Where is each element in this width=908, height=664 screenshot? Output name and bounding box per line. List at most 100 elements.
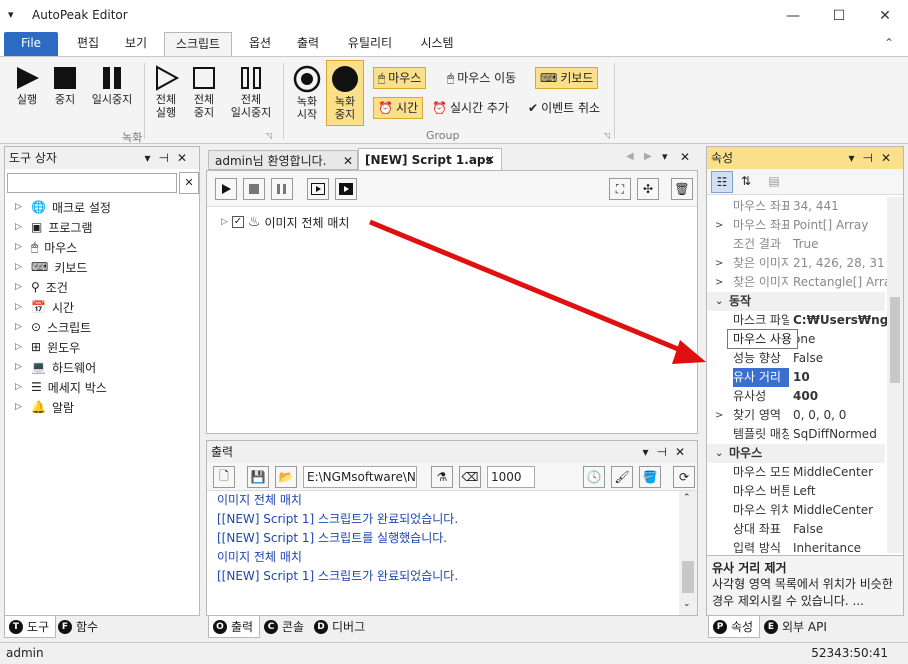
property-row[interactable]: 마우스 위치 MiddleCenter — [707, 501, 885, 520]
brush-button[interactable]: 🖌 — [611, 466, 633, 488]
expander-icon[interactable]: ▷ — [15, 222, 25, 232]
panel-controls[interactable]: ▾⊣✕ — [642, 441, 693, 463]
property-value[interactable]: 0, 0, 0, 0 — [793, 406, 846, 425]
chevron-up-icon[interactable]: ⌃ — [884, 36, 894, 50]
property-value[interactable]: MiddleCenter — [793, 501, 873, 520]
timestamp-button[interactable]: 🕓 — [583, 466, 605, 488]
tab-output[interactable]: 출력 — [288, 32, 328, 56]
toolbox-item[interactable]: ▷ ⌨ 키보드 — [15, 257, 87, 277]
property-category[interactable]: ⌄ 동작 — [707, 292, 885, 311]
panel-controls[interactable]: ▾⊣✕ — [848, 147, 899, 169]
property-value[interactable]: Rectangle[] Array — [793, 273, 898, 292]
tab-utility[interactable]: 유틸리티 — [338, 32, 402, 56]
pause-button[interactable] — [271, 178, 293, 200]
toolbox-item[interactable]: ▷ 🔔 알람 — [15, 397, 74, 417]
tab-script[interactable]: 스크립트 — [164, 32, 232, 57]
record-stop-button[interactable]: 녹화 중지 — [326, 60, 364, 126]
expander-icon[interactable]: ▷ — [15, 242, 25, 252]
stop-button[interactable]: 중지 — [46, 65, 84, 106]
tab-view[interactable]: 보기 — [116, 32, 156, 56]
toolbox-item[interactable]: ▷ ▣ 프로그램 — [15, 217, 93, 237]
collapse-all-button[interactable]: ✣ — [637, 178, 659, 200]
property-row[interactable]: 템플릿 매칭 SqDiffNormed — [707, 425, 885, 444]
property-row[interactable]: 성능 향상 False — [707, 349, 885, 368]
close-tab-icon[interactable]: ✕ — [343, 151, 353, 171]
close-tab-icon[interactable]: ✕ — [485, 149, 495, 171]
tab-welcome[interactable]: admin님 환영합니다. ✕ — [208, 150, 358, 170]
stop-all-button[interactable]: 전체 중지 — [186, 65, 222, 119]
tab-output-log[interactable]: O 출력 — [208, 616, 261, 638]
mouse-move-toggle[interactable]: 🖱 마우스 이동 — [443, 67, 520, 89]
run-button[interactable]: 실행 — [6, 65, 48, 106]
tab-debug[interactable]: D 디버그 — [310, 616, 371, 638]
tab-edit[interactable]: 편집 — [68, 32, 108, 56]
expander-icon[interactable]: ▷ — [15, 382, 25, 392]
tab-scroll-left-icon[interactable]: ◀ — [626, 151, 634, 162]
property-row[interactable]: 유사성 400 — [707, 387, 885, 406]
categorized-button[interactable]: ☷ — [711, 171, 733, 193]
expander-icon[interactable]: > — [715, 254, 723, 273]
script-node[interactable]: ▷ ✓ ♨ 이미지 전체 매치 — [221, 213, 349, 231]
delete-button[interactable]: 🗑 — [671, 178, 693, 200]
panel-controls[interactable]: ▾⊣✕ — [144, 147, 195, 169]
tab-scroll-right-icon[interactable]: ▶ — [644, 151, 652, 162]
log-path-field[interactable]: E:\NGMsoftware\NG — [303, 466, 417, 488]
property-row[interactable]: > 마우스 좌표 Point[] Array — [707, 216, 885, 235]
tab-functions[interactable]: F 함수 — [54, 616, 104, 638]
toolbox-item[interactable]: ▷ ⊙ 스크립트 — [15, 317, 91, 337]
property-value[interactable]: Inheritance — [793, 539, 861, 553]
event-cancel-toggle[interactable]: ✔ 이벤트 취소 — [524, 97, 604, 119]
property-row[interactable]: > 찾은 이미지 21, 426, 28, 31 — [707, 254, 885, 273]
property-value[interactable]: False — [793, 520, 823, 539]
system-menu-icon[interactable]: ▾ — [8, 8, 14, 21]
property-row[interactable]: > 찾기 영역 0, 0, 0, 0 — [707, 406, 885, 425]
pause-button[interactable]: 일시중지 — [84, 65, 140, 106]
property-value[interactable]: 21, 426, 28, 31 — [793, 254, 885, 273]
property-row[interactable]: 마스크 파일 C:₩Users₩ngma — [707, 311, 903, 330]
scroll-thumb[interactable] — [682, 561, 694, 593]
property-row[interactable]: 조건 결과 True — [707, 235, 885, 254]
node-checkbox[interactable]: ✓ — [231, 216, 244, 228]
expander-icon[interactable]: ▷ — [15, 302, 25, 312]
tab-script-1[interactable]: [NEW] Script 1.aps ✕ — [358, 148, 502, 170]
expander-icon[interactable]: ▷ — [15, 362, 25, 372]
toolbox-item[interactable]: ▷ ⚲ 조건 — [15, 277, 68, 297]
expander-icon[interactable]: > — [715, 273, 723, 292]
property-row[interactable]: 상대 좌표 False — [707, 520, 885, 539]
property-row[interactable]: 유사 거리 10 — [707, 368, 885, 387]
tab-options[interactable]: 옵션 — [240, 32, 280, 56]
toolbox-item[interactable]: ▷ 📅 시간 — [15, 297, 74, 317]
save-button[interactable]: 💾 — [247, 466, 269, 488]
time-toggle[interactable]: ⏰ 시간 — [373, 97, 424, 119]
property-value[interactable]: Left — [793, 482, 816, 501]
property-row[interactable]: 마우스 버튼 Left — [707, 482, 885, 501]
expander-icon[interactable]: ▷ — [15, 262, 25, 272]
property-value[interactable]: SqDiffNormed — [793, 425, 877, 444]
expander-icon[interactable]: ▷ — [15, 202, 25, 212]
toolbox-item[interactable]: ▷ 💻 하드웨어 — [15, 357, 96, 377]
dialog-launcher-icon[interactable]: ◹ — [266, 131, 272, 140]
tab-console[interactable]: C 콘솔 — [260, 616, 310, 638]
output-scrollbar[interactable]: ⌃ ⌄ — [679, 491, 697, 615]
fill-button[interactable]: 🪣 — [639, 466, 661, 488]
expander-icon[interactable]: ⌄ — [715, 444, 723, 463]
run-from-here-button[interactable] — [335, 178, 357, 200]
alphabetical-button[interactable]: ⇅ — [735, 171, 757, 193]
property-row[interactable]: 마우스 모드 MiddleCenter — [707, 463, 885, 482]
node-expander-icon[interactable]: ▷ — [221, 217, 228, 227]
property-value[interactable]: 10 — [793, 368, 810, 387]
keyboard-toggle[interactable]: ⌨ 키보드 — [535, 67, 599, 89]
minimize-button[interactable]: — — [770, 0, 816, 32]
expander-icon[interactable]: > — [715, 216, 723, 235]
property-value[interactable]: MiddleCenter — [793, 463, 873, 482]
expand-all-button[interactable]: ⛶ — [609, 178, 631, 200]
mouse-toggle[interactable]: 🖱 마우스 — [373, 67, 427, 89]
maximize-button[interactable]: ☐ — [816, 0, 862, 32]
property-row[interactable]: > 찾은 이미지 Rectangle[] Array — [707, 273, 898, 292]
toolbox-search-input[interactable] — [7, 173, 177, 193]
scroll-down-icon[interactable]: ⌄ — [683, 599, 691, 609]
close-button[interactable]: ✕ — [862, 0, 908, 32]
expander-icon[interactable]: ▷ — [15, 322, 25, 332]
run-all-button[interactable]: 전체 실행 — [148, 65, 184, 119]
clear-button[interactable]: ⌫ — [459, 466, 481, 488]
